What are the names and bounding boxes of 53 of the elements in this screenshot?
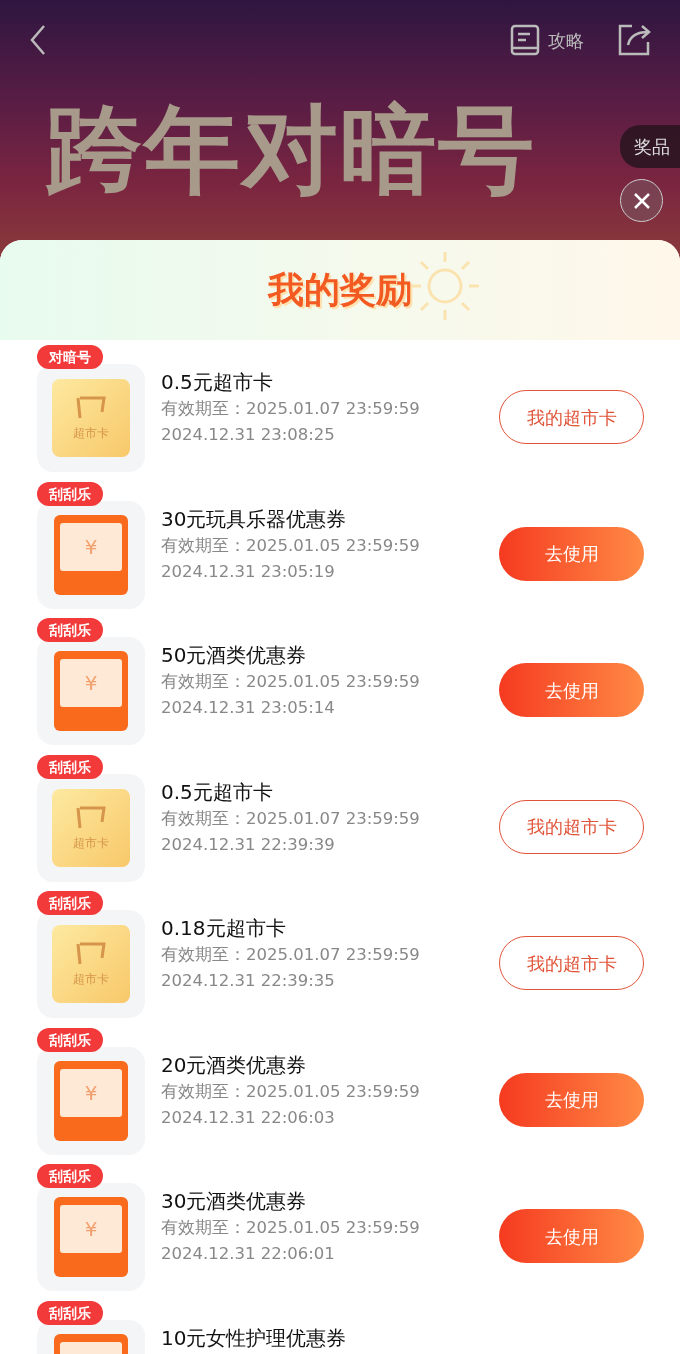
source-tag: 对暗号 [37, 345, 103, 369]
source-tag: 刮刮乐 [37, 891, 103, 915]
reward-title: 0.5元超市卡 [161, 369, 274, 396]
use-button[interactable]: 去使用 [499, 663, 644, 717]
coupon-icon: ¥ [54, 514, 128, 595]
card-button[interactable]: 我的超市卡 [499, 390, 644, 444]
won-time: 2024.12.31 22:06:01 [161, 1243, 336, 1265]
share-icon[interactable] [616, 23, 652, 57]
use-button[interactable]: 去使用 [499, 526, 644, 581]
reward-title: 30元酒类优惠券 [161, 1188, 308, 1215]
expiry-date: 有效期至：2025.01.07 23:59:59 [161, 807, 421, 830]
close-button[interactable] [620, 179, 663, 222]
source-tag: 刮刮乐 [37, 754, 103, 779]
card-button[interactable]: 我的超市卡 [499, 936, 644, 990]
close-icon [632, 191, 651, 210]
card-icon: 超市卡 [52, 379, 130, 457]
reward-title: 10元女性护理优惠券 [161, 1324, 348, 1352]
banner-title: 跨年对暗号 [46, 102, 536, 198]
card-icon: 超市卡 [52, 925, 130, 1003]
reward-title: 0.18元超市卡 [161, 915, 287, 942]
won-time: 2024.12.31 23:08:25 [161, 424, 336, 446]
use-button[interactable]: 去使用 [499, 1072, 644, 1127]
card-icon: 超市卡 [52, 788, 130, 867]
source-tag: 刮刮乐 [37, 481, 103, 506]
sheet-title: 我的奖励 [268, 268, 412, 312]
expiry-date: 有效期至：2025.01.07 23:59:59 [161, 398, 421, 420]
source-tag: 刮刮乐 [37, 1027, 103, 1052]
book-icon[interactable] [510, 24, 540, 56]
expiry-date: 有效期至：2025.01.05 23:59:59 [161, 671, 421, 693]
won-time: 2024.12.31 23:05:14 [161, 697, 336, 719]
coupon-icon: ¥ [54, 1060, 128, 1141]
reward-title: 0.5元超市卡 [161, 778, 274, 806]
source-tag: 刮刮乐 [37, 1164, 103, 1188]
coupon-icon: ¥ [54, 1197, 128, 1277]
coupon-icon: ¥ [54, 651, 128, 731]
back-icon[interactable] [30, 24, 46, 56]
use-button[interactable]: 去使用 [499, 1209, 644, 1263]
expiry-date: 有效期至：2025.01.05 23:59:59 [161, 1217, 421, 1239]
won-time: 2024.12.31 22:39:35 [161, 970, 336, 992]
reward-title: 30元玩具乐器优惠券 [161, 505, 348, 533]
won-time: 2024.12.31 22:06:03 [161, 1106, 336, 1129]
reward-title: 50元酒类优惠券 [161, 642, 308, 669]
expiry-date: 有效期至：2025.01.05 23:59:59 [161, 1080, 421, 1103]
prizes-tab[interactable]: 奖品 [620, 125, 680, 168]
won-time: 2024.12.31 22:39:39 [161, 833, 336, 856]
source-tag: 刮刮乐 [37, 618, 103, 642]
expiry-date: 有效期至：2025.01.05 23:59:59 [161, 534, 421, 557]
guide-link[interactable]: 攻略 [548, 26, 584, 54]
card-button[interactable]: 我的超市卡 [499, 799, 644, 854]
source-tag: 刮刮乐 [37, 1300, 103, 1325]
won-time: 2024.12.31 23:05:19 [161, 560, 336, 583]
expiry-date: 有效期至：2025.01.07 23:59:59 [161, 944, 421, 966]
reward-title: 20元酒类优惠券 [161, 1051, 308, 1079]
